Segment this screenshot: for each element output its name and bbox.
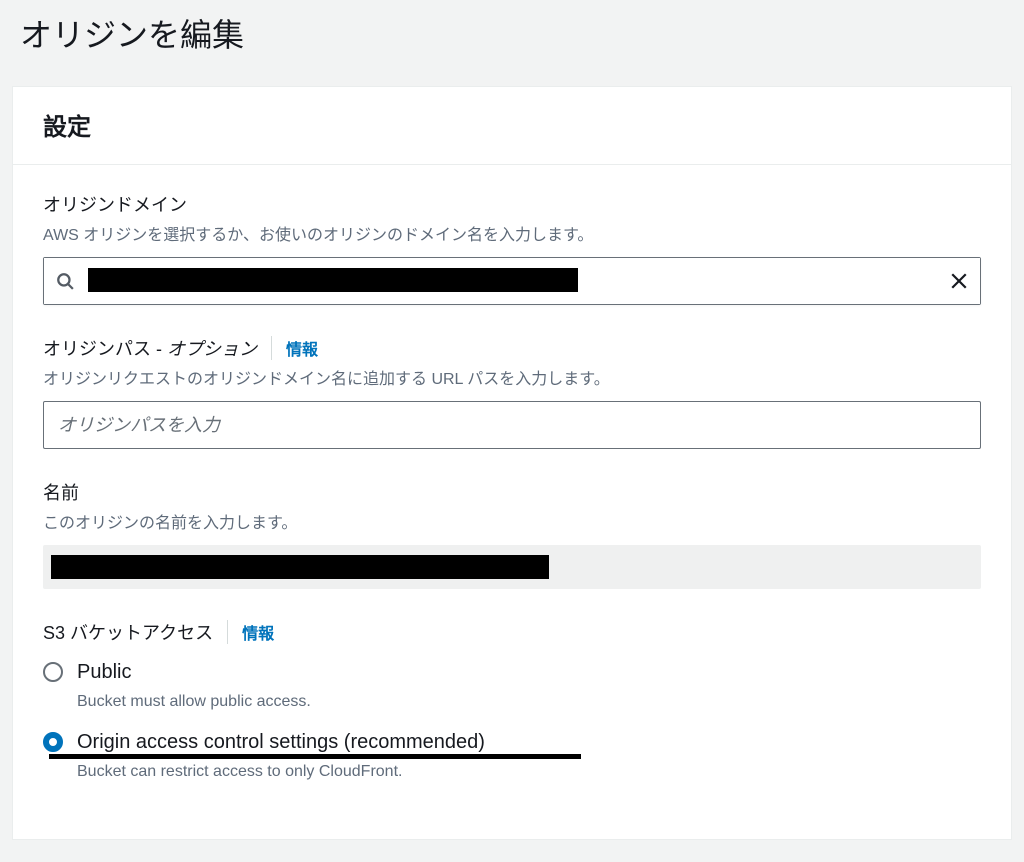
redacted-value: [51, 555, 549, 579]
radio-description: Bucket must allow public access.: [77, 693, 981, 711]
radio-option-oac[interactable]: Origin access control settings (recommen…: [43, 729, 981, 781]
settings-panel: 設定 オリジンドメイン AWS オリジンを選択するか、お使いのオリジンのドメイン…: [12, 86, 1012, 840]
origin-domain-description: AWS オリジンを選択するか、お使いのオリジンのドメイン名を入力します。: [43, 221, 981, 245]
panel-body: オリジンドメイン AWS オリジンを選択するか、お使いのオリジンのドメイン名を入…: [13, 165, 1011, 781]
name-field: 名前 このオリジンの名前を入力します。: [43, 479, 981, 589]
redacted-value: [88, 268, 578, 292]
panel-header: 設定: [13, 87, 1011, 165]
s3-bucket-access-info-link[interactable]: 情報: [227, 620, 274, 644]
origin-path-label: オリジンパス - オプション: [43, 335, 257, 361]
page-header: オリジンを編集: [0, 0, 1024, 86]
s3-bucket-access-field: S3 バケットアクセス 情報 Public Bucket must allow …: [43, 619, 981, 781]
origin-path-input[interactable]: [43, 401, 981, 449]
origin-path-info-link[interactable]: 情報: [271, 336, 318, 360]
radio-icon: [43, 732, 63, 752]
page-title: オリジンを編集: [20, 10, 1004, 56]
s3-bucket-access-label: S3 バケットアクセス: [43, 619, 213, 645]
radio-label: Public: [77, 659, 981, 685]
s3-bucket-access-radio-group: Public Bucket must allow public access. …: [43, 659, 981, 781]
clear-icon[interactable]: [950, 272, 968, 290]
name-readonly-display: [43, 545, 981, 589]
radio-label: Origin access control settings (recommen…: [77, 729, 485, 755]
name-description: このオリジンの名前を入力します。: [43, 509, 981, 533]
origin-domain-label: オリジンドメイン: [43, 191, 187, 217]
panel-title: 設定: [43, 107, 981, 142]
radio-option-public[interactable]: Public Bucket must allow public access.: [43, 659, 981, 711]
origin-path-field: オリジンパス - オプション 情報 オリジンリクエストのオリジンドメイン名に追加…: [43, 335, 981, 449]
origin-domain-input-wrapper: [43, 257, 981, 305]
radio-description: Bucket can restrict access to only Cloud…: [77, 763, 981, 781]
name-label: 名前: [43, 479, 79, 505]
radio-icon: [43, 662, 63, 682]
search-icon: [56, 272, 74, 290]
origin-path-description: オリジンリクエストのオリジンドメイン名に追加する URL パスを入力します。: [43, 365, 981, 389]
origin-domain-field: オリジンドメイン AWS オリジンを選択するか、お使いのオリジンのドメイン名を入…: [43, 191, 981, 305]
